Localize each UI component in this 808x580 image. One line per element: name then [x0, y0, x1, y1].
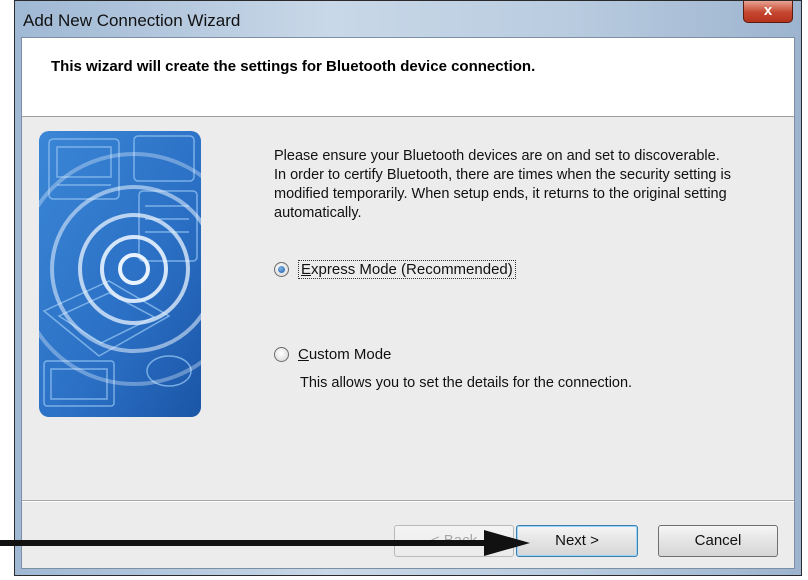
custom-mode-description: This allows you to set the details for t…	[300, 375, 633, 391]
title-bar[interactable]: Add New Connection Wizard x	[15, 1, 801, 37]
custom-mode-option[interactable]: Custom Mode	[274, 346, 391, 363]
wizard-client-area: This wizard will create the settings for…	[21, 37, 795, 569]
wizard-window: Add New Connection Wizard x This wizard …	[14, 0, 802, 576]
wizard-header: This wizard will create the settings for…	[22, 38, 794, 117]
back-button[interactable]: < Back	[394, 525, 514, 557]
express-mode-label[interactable]: Express Mode (Recommended)	[298, 260, 516, 279]
custom-mode-label[interactable]: Custom Mode	[298, 346, 391, 363]
express-mode-option[interactable]: Express Mode (Recommended)	[274, 260, 516, 279]
footer-divider	[22, 500, 794, 501]
close-button[interactable]: x	[743, 1, 793, 23]
instructions-text: Please ensure your Bluetooth devices are…	[274, 147, 774, 223]
custom-mode-radio[interactable]	[274, 347, 289, 362]
header-title: This wizard will create the settings for…	[51, 58, 536, 75]
next-button[interactable]: Next >	[516, 525, 638, 557]
window-title: Add New Connection Wizard	[23, 11, 241, 30]
close-icon: x	[763, 2, 773, 19]
bluetooth-illustration-icon	[39, 131, 201, 417]
cancel-button[interactable]: Cancel	[658, 525, 778, 557]
instruction-line-2: In order to certify Bluetooth, there are…	[274, 167, 731, 221]
instruction-line-1: Please ensure your Bluetooth devices are…	[274, 148, 720, 164]
express-mode-radio[interactable]	[274, 262, 289, 277]
